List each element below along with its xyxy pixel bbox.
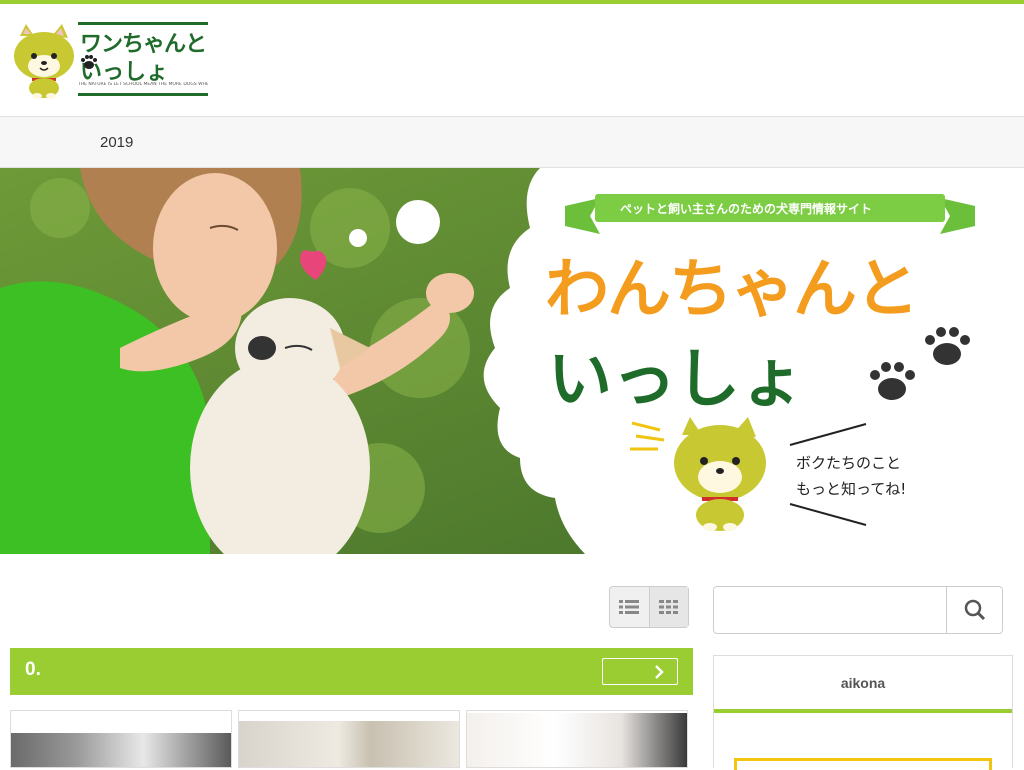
hero-title-line2: いっしょ — [548, 343, 804, 417]
logo-tagline: THE NATURE IS LET SCHOOL MEAN THE MORE D… — [78, 82, 208, 87]
sidebar-widget: aikona — [713, 655, 1013, 770]
list-view-icon — [619, 600, 640, 614]
search-button[interactable] — [946, 587, 1002, 633]
grid-view-icon — [658, 600, 678, 614]
site-logo[interactable]: ワンちゃんと いっしょ THE NATURE IS LET SCHOOL MEA… — [12, 22, 212, 100]
section-title: 0. — [25, 659, 41, 680]
search-input[interactable] — [714, 587, 946, 633]
article-thumbnail — [467, 713, 687, 767]
article-card[interactable] — [466, 710, 688, 768]
article-card[interactable] — [10, 710, 232, 768]
dog-mascot-icon — [14, 24, 74, 99]
view-toggle — [609, 586, 689, 628]
nav-item-2019[interactable]: 2019 — [100, 134, 133, 151]
article-thumbnail — [239, 721, 459, 767]
widget-title: aikona — [714, 656, 1012, 713]
section-header: 0. — [10, 648, 693, 695]
section-more-button[interactable] — [602, 658, 678, 685]
article-thumbnail — [11, 733, 231, 767]
hero-banner: ペットと飼い主さんのための犬専門情報サイト わんちゃんと いっしょ ボクたちのこ… — [0, 168, 1024, 554]
global-nav: 2019 — [0, 116, 1024, 168]
grid-view-button[interactable] — [648, 587, 688, 627]
site-header: ワンちゃんと いっしょ THE NATURE IS LET SCHOOL MEA… — [0, 4, 1024, 116]
chevron-right-icon — [655, 665, 664, 679]
hero-title-line1: わんちゃんと — [545, 253, 919, 327]
hero-speech-line1: ボクたちのこと — [796, 454, 902, 472]
article-card[interactable] — [238, 710, 460, 768]
search-form — [713, 586, 1003, 634]
list-view-button[interactable] — [610, 587, 649, 627]
widget-content-box — [734, 758, 992, 770]
article-cards — [10, 710, 693, 768]
hero-speech-line2: もっと知ってね! — [796, 480, 907, 498]
search-icon — [964, 599, 985, 621]
hero-ribbon-text: ペットと飼い主さんのための犬専門情報サイト — [620, 202, 873, 216]
paw-icon — [81, 55, 97, 69]
